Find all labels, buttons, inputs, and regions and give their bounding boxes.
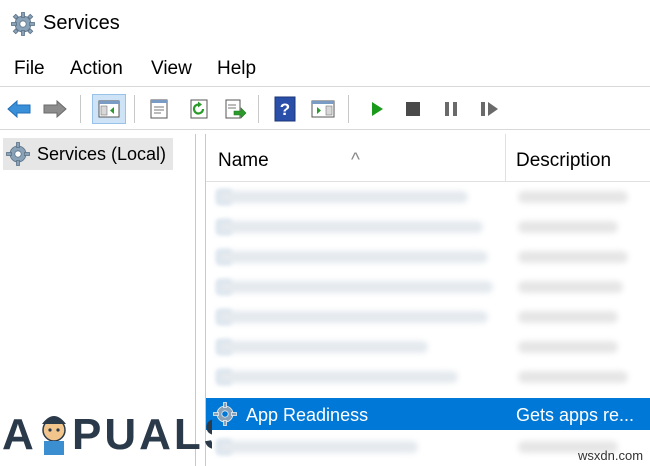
window-title: Services: [43, 12, 120, 34]
appuals-watermark: A PUALS: [2, 402, 212, 462]
table-row[interactable]: [206, 332, 650, 362]
table-row[interactable]: [206, 182, 650, 212]
export-list-button[interactable]: [220, 94, 250, 124]
sort-ascending-icon: ^: [351, 150, 360, 171]
service-description: Gets apps re...: [516, 405, 635, 425]
properties-icon: [150, 99, 168, 119]
svg-text:PUALS: PUALS: [72, 410, 212, 459]
table-row[interactable]: [206, 362, 650, 392]
help-button[interactable]: ?: [270, 94, 300, 124]
toolbar-separator: [80, 95, 81, 123]
toolbar: ?: [0, 86, 650, 130]
services-list-pane: ^ Name Description App Readiness Gets ap…: [205, 134, 650, 466]
back-button[interactable]: [4, 94, 34, 124]
table-row[interactable]: [206, 242, 650, 272]
column-header-description[interactable]: Description: [506, 134, 650, 182]
refresh-button[interactable]: [184, 94, 214, 124]
export-list-icon: [225, 99, 247, 119]
menu-file[interactable]: File: [14, 58, 45, 80]
show-hide-tree-button[interactable]: [92, 94, 126, 124]
stop-service-button[interactable]: [398, 94, 428, 124]
pause-service-icon: [445, 102, 457, 116]
svg-text:?: ?: [280, 100, 290, 119]
pause-service-button[interactable]: [436, 94, 466, 124]
table-row[interactable]: [206, 272, 650, 302]
tree-node-services-local[interactable]: Services (Local): [3, 138, 173, 170]
show-hide-tree-icon: [98, 100, 120, 118]
forward-button[interactable]: [40, 94, 70, 124]
table-row[interactable]: [206, 212, 650, 242]
title-bar: Services: [0, 0, 650, 52]
table-row[interactable]: [206, 302, 650, 332]
table-row-selected[interactable]: App Readiness Gets apps re...: [206, 398, 650, 430]
menu-view[interactable]: View: [151, 58, 192, 80]
action-pane-icon: [311, 100, 335, 118]
svg-text:A: A: [2, 410, 34, 459]
action-pane-button[interactable]: [308, 94, 338, 124]
menu-help[interactable]: Help: [217, 58, 256, 80]
refresh-icon: [190, 99, 208, 119]
back-icon: [7, 99, 31, 119]
column-header-name-label: Name: [218, 150, 269, 171]
services-gear-icon: [11, 12, 35, 36]
toolbar-separator: [134, 95, 135, 123]
site-watermark: wsxdn.com: [578, 448, 644, 463]
start-service-icon: [372, 102, 383, 116]
resume-service-icon: [481, 102, 498, 116]
start-service-button[interactable]: [362, 94, 392, 124]
forward-icon: [43, 99, 67, 119]
tree-node-label: Services (Local): [37, 143, 167, 164]
service-gear-icon: [213, 402, 237, 426]
services-gear-icon: [6, 142, 30, 166]
column-header-description-label: Description: [516, 150, 612, 171]
column-header-name[interactable]: ^ Name: [206, 134, 506, 182]
appuals-logo-mascot-icon: A PUALS: [2, 410, 212, 459]
menu-action[interactable]: Action: [70, 58, 123, 80]
menu-bar: File Action View Help: [0, 56, 650, 84]
service-name: App Readiness: [246, 405, 369, 425]
resume-service-button[interactable]: [474, 94, 504, 124]
toolbar-separator: [348, 95, 349, 123]
stop-service-icon: [406, 102, 420, 116]
properties-button[interactable]: [144, 94, 174, 124]
help-icon: ?: [274, 96, 296, 122]
toolbar-separator: [258, 95, 259, 123]
